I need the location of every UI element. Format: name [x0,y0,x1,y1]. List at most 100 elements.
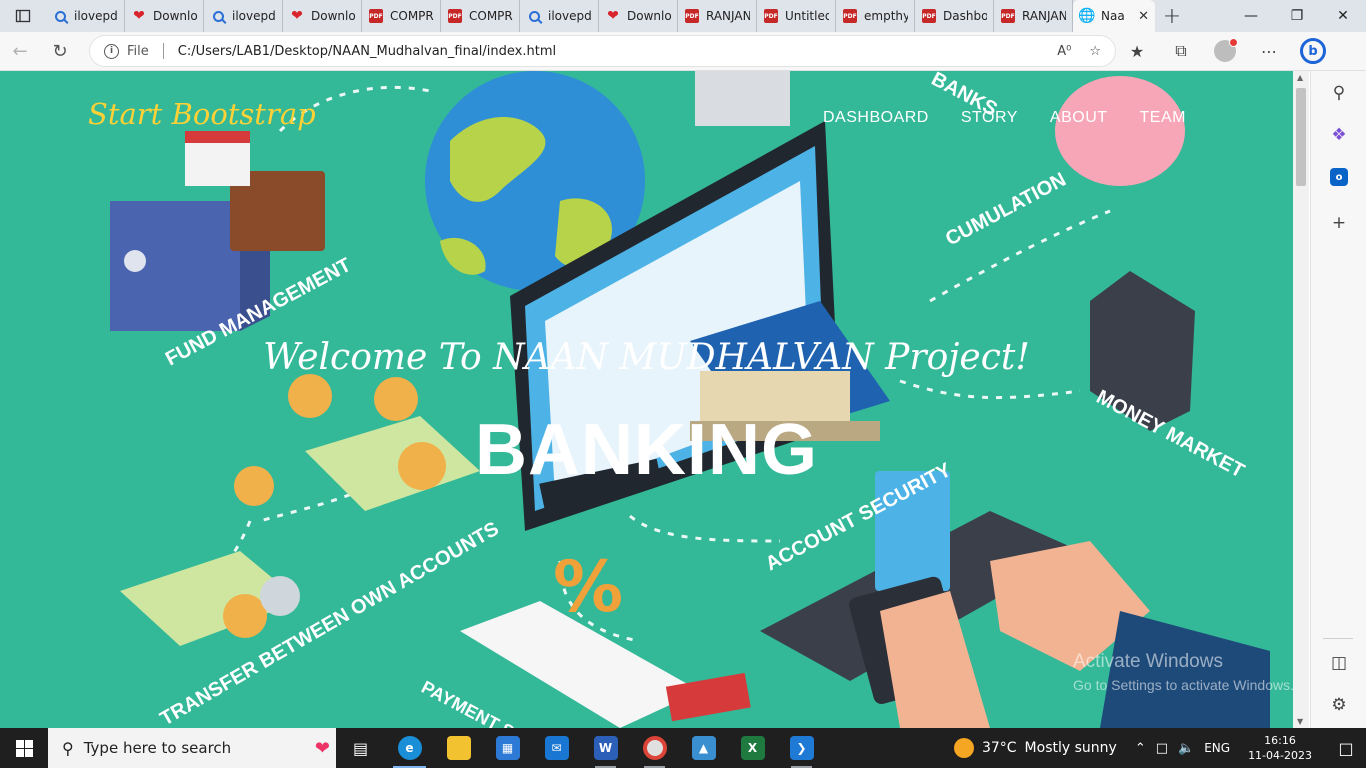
taskbar-search-box[interactable]: ⚲ Type here to search ❤ [48,728,336,768]
browser-tab[interactable]: PDF empthy [836,0,915,32]
browser-tab[interactable]: ilovepdf [46,0,125,32]
browser-toolbar: ← ↻ i File C:/Users/LAB1/Desktop/NAAN_Mu… [0,32,1366,71]
chrome-icon [642,736,667,760]
heart-icon: ❤ [133,8,145,24]
sidebar-add-button[interactable]: + [1325,209,1353,237]
clock[interactable]: 16:16 11-04-2023 [1248,733,1312,763]
network-icon[interactable]: □ [1156,741,1168,756]
hero-subheading: Welcome To NAAN MUDHALVAN Project! [263,337,1030,378]
nav-story[interactable]: STORY [961,109,1018,127]
globe-icon: 🌐 [1078,8,1096,24]
favorites-button[interactable]: ★ [1115,32,1159,71]
clock-time: 16:16 [1264,734,1296,747]
browser-tab[interactable]: PDF RANJAN [678,0,757,32]
scroll-up-icon[interactable]: ▲ [1297,73,1303,82]
sidebar-outlook-button[interactable]: o [1325,163,1353,191]
back-button[interactable]: ← [0,32,40,71]
settings-more-button[interactable]: ⋯ [1247,32,1291,71]
browser-tab[interactable]: PDF Untitled [757,0,836,32]
new-tab-button[interactable]: + [1155,0,1189,32]
restore-button[interactable]: ❐ [1274,0,1320,32]
tab-title: ilovepdf [74,9,118,23]
brand-logo[interactable]: Start Bootstrap [88,97,316,131]
scheme-label: File [127,43,149,59]
weather-temp: 37°C [981,740,1017,756]
hero-heading: BANKING [475,410,818,490]
weather-widget[interactable]: 37°C Mostly sunny [953,738,1117,758]
nav-dashboard[interactable]: DASHBOARD [823,109,929,127]
minimize-button[interactable]: — [1228,0,1274,32]
nav-team[interactable]: TEAM [1140,109,1186,127]
browser-tab[interactable]: ❤ Downlo [283,0,362,32]
taskbar-photos[interactable]: ▲ [679,728,728,768]
browser-tab[interactable]: PDF Dashbo [915,0,994,32]
bing-button[interactable]: b [1291,32,1335,71]
volume-icon[interactable]: 🔈 [1178,741,1194,756]
taskbar-file-explorer[interactable] [434,728,483,768]
browser-tab[interactable]: PDF COMPR [441,0,520,32]
add-favorite-icon[interactable]: ☆ [1089,44,1101,59]
taskbar-vscode[interactable]: ❯ [777,728,826,768]
notification-icon: □ [1338,738,1354,758]
activate-windows-watermark: Activate Windows Go to Settings to activ… [1073,651,1293,693]
taskbar-edge[interactable]: e [385,728,434,768]
taskbar-excel[interactable]: X [728,728,777,768]
back-arrow-icon: ← [12,40,28,62]
notifications-button[interactable]: □ [1326,739,1366,758]
close-tab-icon[interactable]: ✕ [1138,9,1149,24]
mail-icon: ✉ [544,736,569,760]
task-view-button[interactable]: ▤ [336,728,385,768]
sidebar-search-button[interactable]: ⚲ [1325,79,1353,107]
refresh-button[interactable]: ↻ [40,32,80,71]
url-text[interactable]: C:/Users/LAB1/Desktop/NAAN_Mudhalvan_fin… [178,44,556,59]
weather-condition: Mostly sunny [1024,740,1117,756]
read-aloud-icon[interactable]: A⁰ [1057,44,1071,59]
collections-button[interactable]: ⧉ [1159,32,1203,71]
pdf-icon: PDF [368,8,384,24]
tab-title: Untitled [785,9,829,23]
profile-button[interactable] [1203,32,1247,71]
sidebar-panel-icon: ◫ [1330,653,1348,673]
language-indicator[interactable]: ENG [1204,741,1230,755]
tab-title: Downlo [627,9,671,23]
browser-tab[interactable]: ❤ Downlo [599,0,678,32]
sidebar-settings-button[interactable]: ⚙ [1325,691,1353,719]
scroll-thumb[interactable] [1296,88,1306,186]
window-controls: — ❐ ✕ [1228,0,1366,32]
show-hidden-icons[interactable]: ⌃ [1135,741,1146,756]
tab-actions-button[interactable] [0,0,46,32]
browser-tab-active[interactable]: 🌐 Naa ✕ [1073,0,1155,32]
info-icon[interactable]: i [104,43,119,59]
system-tray: 37°C Mostly sunny ⌃ □ 🔈 ENG 16:16 11-04-… [953,728,1366,768]
browser-tab[interactable]: PDF RANJAN [994,0,1073,32]
tab-title: RANJAN [706,9,750,23]
search-icon: ⚲ [1332,83,1346,103]
taskbar-chrome[interactable] [630,728,679,768]
tab-actions-icon [15,9,31,23]
taskbar-store[interactable]: ▦ [483,728,532,768]
nav-about[interactable]: ABOUT [1050,109,1108,127]
taskbar-mail[interactable]: ✉ [532,728,581,768]
browser-tab[interactable]: ❤ Downlo [125,0,204,32]
sidebar-office-button[interactable]: ❖ [1325,121,1353,149]
tab-title: Naa [1101,9,1125,23]
close-window-button[interactable]: ✕ [1320,0,1366,32]
heart-icon: ❤ [607,8,619,24]
sidebar-hide-button[interactable]: ◫ [1325,649,1353,677]
windows-logo-icon [15,739,33,757]
more-icon: ⋯ [1261,41,1277,61]
start-button[interactable] [0,728,48,768]
gear-icon: ⚙ [1331,695,1347,715]
browser-tab[interactable]: PDF COMPR [362,0,441,32]
store-icon: ▦ [495,736,520,760]
scroll-down-icon[interactable]: ▼ [1297,717,1303,726]
taskbar-word[interactable]: W [581,728,630,768]
search-icon [52,8,68,24]
vscode-icon: ❯ [789,736,814,760]
address-bar[interactable]: i File C:/Users/LAB1/Desktop/NAAN_Mudhal… [90,36,1115,66]
page-scrollbar[interactable]: ▲ ▼ [1293,71,1309,728]
browser-tab[interactable]: ilovepdf [520,0,599,32]
address-separator [162,43,164,59]
search-icon [526,8,542,24]
browser-tab[interactable]: ilovepdf [204,0,283,32]
